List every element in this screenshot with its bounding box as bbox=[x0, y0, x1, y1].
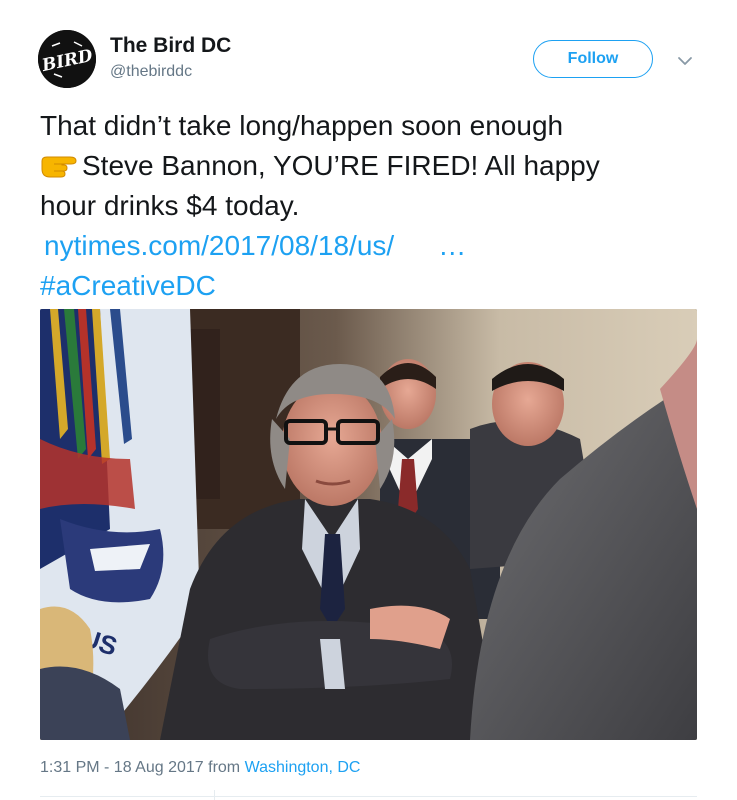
chevron-down-icon bbox=[678, 57, 692, 65]
more-options-button[interactable] bbox=[672, 48, 698, 74]
tweet-photo[interactable]: US bbox=[40, 309, 697, 740]
article-link[interactable]: nytimes.com/2017/08/18/us/ bbox=[44, 230, 394, 261]
pointing-hand-icon bbox=[40, 150, 80, 178]
link-ellipsis[interactable]: … bbox=[438, 226, 466, 266]
hashtag-link[interactable]: #aCreativeDC bbox=[40, 270, 216, 301]
account-handle[interactable]: @thebirddc bbox=[110, 63, 192, 81]
location-link[interactable]: Washington, DC bbox=[245, 759, 361, 776]
bird-logo-icon: BIRD bbox=[38, 30, 96, 88]
divider-tick bbox=[214, 790, 215, 800]
account-name[interactable]: The Bird DC bbox=[110, 34, 231, 58]
tweet-hashtag-line: #aCreativeDC bbox=[40, 266, 700, 306]
follow-button[interactable]: Follow bbox=[533, 40, 653, 78]
tweet-timestamp: 1:31 PM - 18 Aug 2017 from Washington, D… bbox=[40, 759, 360, 777]
tweet-line-2-text: Steve Bannon, YOU’RE FIRED! All happy bbox=[82, 150, 600, 181]
tweet-line-2: Steve Bannon, YOU’RE FIRED! All happy bbox=[40, 146, 700, 186]
avatar[interactable]: BIRD bbox=[38, 30, 96, 88]
photo-illustration: US bbox=[40, 309, 697, 740]
timestamp-text[interactable]: 1:31 PM - 18 Aug 2017 from bbox=[40, 759, 240, 776]
tweet-line-3: hour drinks $4 today. bbox=[40, 190, 300, 221]
tweet-line-1: That didn’t take long/happen soon enough bbox=[40, 110, 564, 141]
tweet-link-line: nytimes.com/2017/08/18/us/ … bbox=[40, 226, 700, 266]
divider bbox=[40, 796, 697, 797]
tweet-card: BIRD The Bird DC @thebirddc Follow That … bbox=[0, 0, 737, 800]
tweet-text: That didn’t take long/happen soon enough… bbox=[40, 106, 700, 306]
